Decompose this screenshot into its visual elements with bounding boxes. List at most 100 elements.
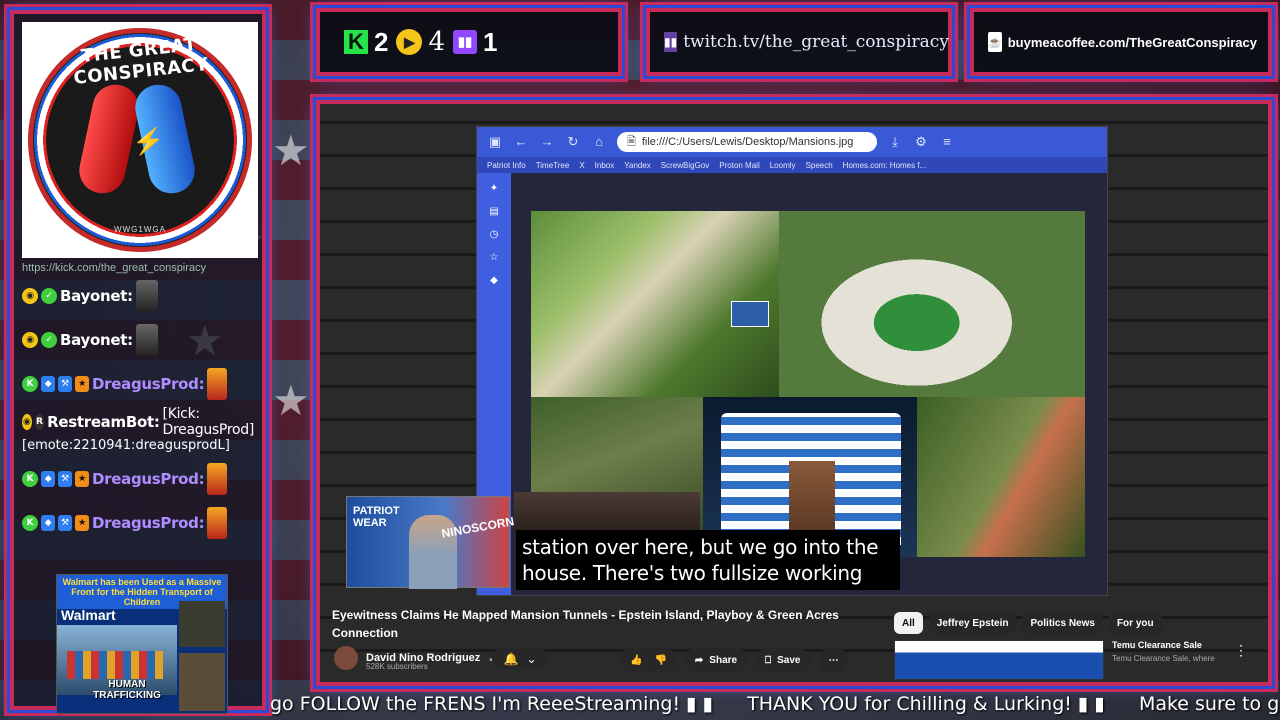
chip-jeffrey-epstein[interactable]: Jeffrey Epstein [928, 612, 1017, 634]
bookmark-icon: ⎕ [765, 654, 772, 666]
twitch-count: 1 [483, 26, 498, 57]
chat-username: DreagusProd: [92, 470, 205, 488]
chat-message-text: [Kick: DreagusProd] [162, 406, 254, 438]
bookmark-item[interactable]: Patriot Info [487, 161, 526, 170]
chat-message: ◉ ✓ Bayonet: [22, 318, 254, 362]
bookmark-item[interactable]: X [579, 161, 584, 170]
kebab-menu-icon[interactable]: ⋮ [1234, 642, 1248, 659]
coffee-url[interactable]: buymeacoffee.com/TheGreatConspiracy [1008, 35, 1257, 50]
chip-for-you[interactable]: For you [1108, 612, 1162, 634]
back-icon[interactable]: ← [513, 134, 529, 150]
kick-badge-icon: K [22, 471, 38, 487]
reload-icon[interactable]: ↻ [565, 134, 581, 150]
bookmark-item[interactable]: Speech [806, 161, 833, 170]
like-dislike-button[interactable]: 👍 👎 [620, 648, 677, 672]
address-bar[interactable]: 🗎 file:///C:/Users/Lewis/Desktop/Mansion… [617, 132, 877, 152]
bookmark-item[interactable]: TimeTree [536, 161, 570, 170]
verified-badge-icon: ✓ [41, 332, 57, 348]
twitch-link-panel: ▮▮ twitch.tv/the_great_conspiracy [646, 8, 952, 76]
favorites-icon[interactable]: ☆ [490, 252, 499, 263]
rumble-badge-icon: ◉ [22, 414, 32, 430]
history-icon[interactable]: ◷ [490, 229, 499, 240]
ticker-message: THANK YOU for Chilling & Lurking! ▮ ▮ [747, 693, 1105, 715]
bookmark-item[interactable]: Yandex [624, 161, 651, 170]
og-badge-icon: ★ [75, 515, 89, 531]
ticker-message: Make sure to g [1138, 693, 1280, 715]
share-button[interactable]: ➦ Share [684, 648, 748, 672]
cam-brand-line: WEAR [353, 517, 387, 529]
chat-message: ◉ R RestreamBot: [Kick: DreagusProd] [22, 406, 254, 438]
share-icon: ➦ [694, 654, 704, 666]
kick-stat: K 2 [344, 27, 388, 58]
channel-logo: ⚡ THE GREAT CONSPIRACY WWG1WGA [22, 22, 258, 258]
recommended-title[interactable]: Temu Clearance Sale [1112, 640, 1215, 650]
ticker-message: go FOLLOW the FRENS I'm ReeeStreaming! ▮… [270, 693, 714, 715]
recommended-video[interactable]: Temu Clearance Sale Temu Clearance Sale,… [894, 640, 1258, 680]
recommended-thumbnail[interactable] [894, 640, 1104, 680]
forward-icon[interactable]: → [539, 134, 555, 150]
mod-badge-icon: ⚒ [58, 376, 72, 392]
chat-username: Bayonet: [60, 331, 133, 349]
save-button[interactable]: ⎕ Save [755, 648, 811, 672]
logo-subtitle: WWG1WGA [114, 225, 166, 234]
video-title[interactable]: Eyewitness Claims He Mapped Mansion Tunn… [332, 606, 892, 642]
sub-badge-icon: ◆ [41, 515, 55, 531]
bell-icon: 🔔 [503, 652, 519, 666]
menu-icon[interactable]: ≡ [939, 134, 955, 150]
twitch-icon: ▮▮ [664, 32, 678, 52]
rumble-badge-icon: ◉ [22, 332, 38, 348]
chat-username: DreagusProd: [92, 514, 205, 532]
ad-brand: Walmart [61, 607, 116, 623]
sparkle-icon[interactable]: ✦ [490, 183, 498, 194]
bookmark-item[interactable]: Homes.com: Homes f... [843, 161, 927, 170]
kick-badge-icon: K [22, 376, 38, 392]
save-label: Save [777, 654, 801, 666]
scrolling-ticker: go FOLLOW the FRENS I'm ReeeStreaming! ▮… [270, 690, 1280, 718]
emote-image [207, 463, 228, 495]
filter-chips: All Jeffrey Epstein Politics News For yo… [894, 612, 1162, 634]
subscriber-count: 528K subscribers [366, 662, 428, 671]
chat-message-text: [emote:2210941:dreagusprodL] [22, 438, 230, 453]
closed-caption: station over here, but we go into the ho… [516, 530, 900, 590]
channel-avatar[interactable] [334, 646, 358, 670]
more-actions-button[interactable]: ⋯ [818, 648, 849, 672]
mod-badge-icon: ⚒ [58, 471, 72, 487]
bookmark-item[interactable]: ScrewBigGov [661, 161, 709, 170]
emote-image [207, 507, 228, 539]
bookmark-item[interactable]: Proton Mail [719, 161, 759, 170]
twitch-url[interactable]: twitch.tv/the_great_conspiracy [683, 32, 949, 52]
rumble-icon: ▶ [396, 29, 423, 55]
tab-icon[interactable]: ▣ [487, 134, 503, 150]
caption-line: station over here, but we go into the [522, 535, 879, 559]
notification-bell-button[interactable]: 🔔 ⌄ [492, 648, 548, 670]
chat-username: DreagusProd: [92, 375, 205, 393]
bookmarks-bar: Patriot Info TimeTree X Inbox Yandex Scr… [477, 157, 1107, 173]
walmart-ad-graphic: Walmart has been Used as a Massive Front… [56, 574, 228, 714]
chip-politics-news[interactable]: Politics News [1022, 612, 1103, 634]
bookmark-item[interactable]: Loomly [770, 161, 796, 170]
cam-brand: PATRIOT WEAR [353, 505, 400, 529]
chat-message: ◉ ✓ Bayonet: [22, 274, 254, 318]
browser-toolbar: ▣ ← → ↻ ⌂ 🗎 file:///C:/Users/Lewis/Deskt… [477, 127, 1107, 157]
collections-icon[interactable]: ▤ [489, 206, 498, 217]
emote-image [135, 280, 158, 312]
home-icon[interactable]: ⌂ [591, 134, 607, 150]
mansion-aerial-photo [531, 211, 779, 397]
chat-username: RestreamBot: [47, 413, 160, 431]
chip-all[interactable]: All [894, 612, 923, 634]
mansion-aerial-photo [779, 211, 1085, 397]
download-icon[interactable]: ⤓ [887, 134, 903, 150]
left-sidebar: ⚡ THE GREAT CONSPIRACY WWG1WGA https://k… [10, 10, 266, 714]
file-icon: 🗎 [627, 136, 636, 148]
kick-count: 2 [374, 26, 389, 57]
app-icon[interactable]: ◆ [490, 275, 498, 286]
thumbs-down-icon: 👎 [654, 654, 667, 666]
ad-photo [179, 653, 225, 711]
verified-badge-icon: ✓ [41, 288, 57, 304]
chat-username: Bayonet: [60, 287, 133, 305]
screen-share-panel: ▣ ← → ↻ ⌂ 🗎 file:///C:/Users/Lewis/Deskt… [316, 100, 1272, 686]
bookmark-item[interactable]: Inbox [595, 161, 615, 170]
recommended-text: Temu Clearance Sale Temu Clearance Sale,… [1112, 640, 1215, 680]
twitch-stat: ▮▮ 1 [453, 27, 497, 58]
extensions-icon[interactable]: ⚙ [913, 134, 929, 150]
